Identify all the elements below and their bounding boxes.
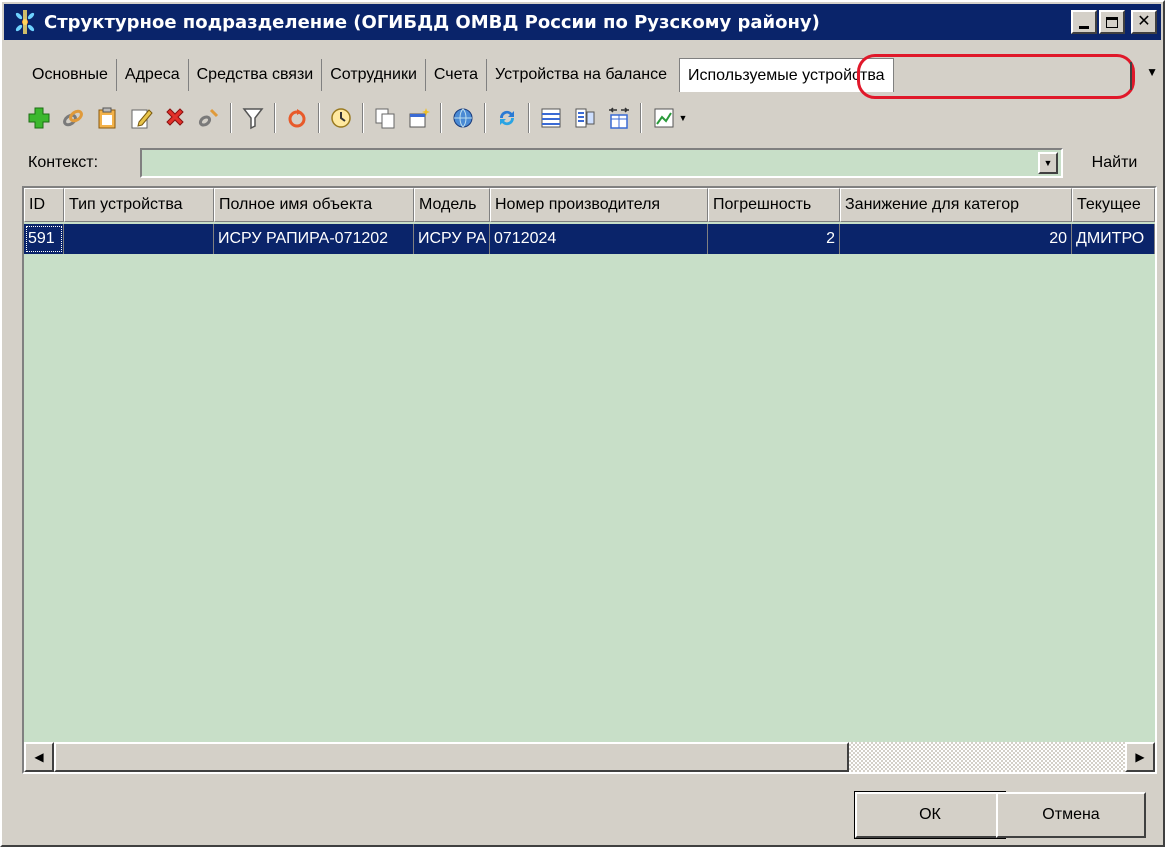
- table-header: ID Тип устройства Полное имя объекта Мод…: [24, 188, 1155, 222]
- new-window-button[interactable]: [402, 101, 436, 135]
- chart-dropdown-button[interactable]: ▼: [646, 101, 694, 135]
- edit-icon: [131, 109, 153, 129]
- toolbar-separator: [440, 103, 442, 133]
- toolbar-separator: [528, 103, 530, 133]
- add-button[interactable]: [22, 101, 56, 135]
- refresh-red-button[interactable]: [280, 101, 314, 135]
- title-bar[interactable]: Структурное подразделение (ОГИБДД ОМВД Р…: [4, 4, 1161, 40]
- copy-button[interactable]: [368, 101, 402, 135]
- fit-columns-button[interactable]: [602, 101, 636, 135]
- cancel-button[interactable]: Отмена: [996, 792, 1146, 838]
- column-header-device-type[interactable]: Тип устройства: [64, 188, 214, 222]
- clock-icon: [331, 108, 351, 128]
- scroll-right-button[interactable]: ▶: [1125, 742, 1155, 772]
- devices-table[interactable]: ID Тип устройства Полное имя объекта Мод…: [22, 186, 1157, 774]
- tab-strip: Основные Адреса Средства связи Сотрудник…: [22, 57, 1157, 93]
- paste-button[interactable]: [90, 101, 124, 135]
- filter-icon: [242, 108, 264, 130]
- history-button[interactable]: [324, 101, 358, 135]
- tab-employees[interactable]: Сотрудники: [322, 59, 426, 91]
- add-icon: [28, 107, 50, 129]
- close-icon: ✕: [1137, 13, 1151, 30]
- cell-full-name: ИСРУ РАПИРА-071202: [214, 224, 414, 254]
- filter-button[interactable]: [236, 101, 270, 135]
- context-dropdown-button[interactable]: ▼: [1038, 152, 1058, 174]
- tab-divider: [1130, 62, 1132, 90]
- unlink-icon: [198, 108, 219, 127]
- scroll-track[interactable]: [849, 742, 1125, 772]
- copy-icon: [375, 108, 395, 129]
- cell-category-reduction: 20: [840, 224, 1072, 254]
- main-window: Структурное подразделение (ОГИБДД ОМВД Р…: [0, 0, 1165, 847]
- column-header-error[interactable]: Погрешность: [708, 188, 840, 222]
- ok-button[interactable]: ОК: [854, 791, 1006, 839]
- column-header-current[interactable]: Текущее: [1072, 188, 1155, 222]
- toolbar-separator: [484, 103, 486, 133]
- recycle-icon: [288, 109, 306, 128]
- toolbar-separator: [362, 103, 364, 133]
- toolbar: ▼: [22, 96, 1157, 140]
- columns-button[interactable]: [534, 101, 568, 135]
- maximize-button[interactable]: [1099, 10, 1125, 34]
- table-row[interactable]: 591 ИСРУ РАПИРА-071202 ИСРУ РА 0712024 2…: [24, 224, 1155, 254]
- cell-model: ИСРУ РА: [414, 224, 490, 254]
- toolbar-separator: [274, 103, 276, 133]
- list-icon: [541, 108, 561, 128]
- column-header-full-name[interactable]: Полное имя объекта: [214, 188, 414, 222]
- context-label: Контекст:: [28, 154, 99, 171]
- link-button[interactable]: [56, 101, 90, 135]
- unlink-button[interactable]: [192, 101, 226, 135]
- tab-devices-on-balance[interactable]: Устройства на балансе: [487, 59, 675, 91]
- tab-communications[interactable]: Средства связи: [189, 59, 323, 91]
- tab-addresses[interactable]: Адреса: [117, 59, 189, 91]
- scroll-left-button[interactable]: ◀: [24, 742, 54, 772]
- edit-button[interactable]: [124, 101, 158, 135]
- chevron-right-icon: ▶: [1135, 750, 1145, 764]
- chart-icon: [654, 108, 674, 128]
- refresh-button[interactable]: [490, 101, 524, 135]
- globe-icon: [453, 108, 473, 128]
- column-header-id[interactable]: ID: [24, 188, 64, 222]
- toolbar-separator: [230, 103, 232, 133]
- context-input[interactable]: ▼: [140, 148, 1063, 178]
- details-icon: [575, 108, 595, 128]
- delete-button[interactable]: [158, 101, 192, 135]
- delete-icon: [166, 108, 184, 126]
- maximize-icon: [1106, 16, 1118, 28]
- chevron-down-icon: ▼: [1043, 158, 1053, 168]
- context-row: Контекст: ▼ Найти: [22, 146, 1157, 180]
- link-icon: [63, 109, 83, 127]
- close-button[interactable]: ✕: [1131, 10, 1157, 34]
- tab-scroll-down-icon[interactable]: ▼: [1146, 65, 1158, 79]
- window-title: Структурное подразделение (ОГИБДД ОМВД Р…: [44, 11, 820, 33]
- toolbar-separator: [318, 103, 320, 133]
- details-button[interactable]: [568, 101, 602, 135]
- fit-columns-icon: [609, 107, 629, 129]
- cell-manufacturer-number: 0712024: [490, 224, 708, 254]
- tab-used-devices[interactable]: Используемые устройства: [679, 58, 894, 92]
- minimize-button[interactable]: [1071, 10, 1097, 34]
- cell-error: 2: [708, 224, 840, 254]
- tab-accounts[interactable]: Счета: [426, 59, 488, 91]
- new-window-icon: [409, 108, 430, 128]
- chevron-left-icon: ◀: [34, 750, 44, 764]
- app-logo-icon: [10, 7, 40, 37]
- web-button[interactable]: [446, 101, 480, 135]
- cell-id: 591: [24, 224, 64, 254]
- clipboard-icon: [98, 107, 116, 129]
- chevron-down-icon: ▼: [678, 113, 688, 123]
- toolbar-separator: [640, 103, 642, 133]
- column-header-category-reduction[interactable]: Занижение для категор: [840, 188, 1072, 222]
- cell-device-type: [64, 224, 214, 254]
- column-header-model[interactable]: Модель: [414, 188, 490, 222]
- tab-basic[interactable]: Основные: [22, 59, 117, 91]
- find-button[interactable]: Найти: [1072, 146, 1157, 180]
- column-header-manufacturer-number[interactable]: Номер производителя: [490, 188, 708, 222]
- horizontal-scrollbar[interactable]: ◀ ▶: [24, 742, 1155, 772]
- scroll-thumb[interactable]: [54, 742, 849, 772]
- refresh-icon: [499, 110, 515, 126]
- minimize-icon: [1079, 25, 1089, 29]
- cell-current: ДМИТРО: [1072, 224, 1155, 254]
